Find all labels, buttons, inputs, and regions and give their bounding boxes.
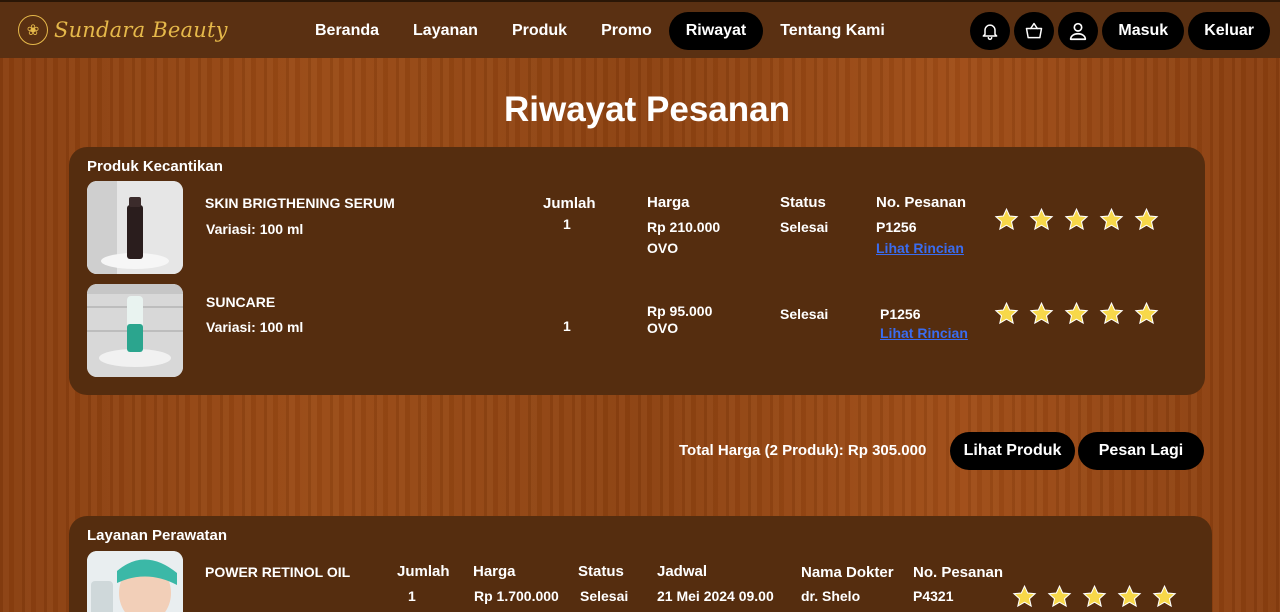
order-status: Selesai: [780, 219, 829, 235]
product-orders-card: Produk Kecantikan SKIN BRIGTHENING SERUM…: [69, 147, 1205, 395]
rating-stars: [994, 301, 1159, 326]
star-icon[interactable]: [1012, 584, 1037, 609]
qty-header: Jumlah: [397, 563, 450, 580]
top-navbar: ❀ Sundara Beauty Beranda Layanan Produk …: [0, 0, 1280, 58]
service-status: Selesai: [580, 588, 629, 604]
notification-button[interactable]: [970, 12, 1011, 50]
nav-link-beranda[interactable]: Beranda: [298, 12, 396, 50]
star-icon[interactable]: [1064, 301, 1089, 326]
product-image-serum[interactable]: [87, 181, 183, 274]
order-no-header: No. Pesanan: [876, 194, 967, 211]
suncare-tube-icon: [87, 284, 183, 377]
user-icon: [1070, 22, 1087, 41]
service-orders-card: Layanan Perawatan POWER RETINOL OIL Juml…: [69, 516, 1212, 612]
reorder-button[interactable]: Pesan Lagi: [1078, 432, 1204, 470]
service-price: Rp 1.700.000: [474, 588, 559, 604]
order-total: Total Harga (2 Produk): Rp 305.000: [679, 442, 927, 459]
service-schedule: 21 Mei 2024 09.00: [657, 588, 774, 604]
product-variant: Variasi: 100 ml: [206, 319, 304, 335]
brand-logo[interactable]: ❀ Sundara Beauty: [18, 12, 228, 48]
view-details-link[interactable]: Lihat Rincian: [876, 240, 964, 256]
nav-link-promo[interactable]: Promo: [584, 12, 669, 50]
product-name: SKIN BRIGTHENING SERUM: [205, 195, 395, 211]
lotus-icon: ❀: [18, 15, 48, 45]
nav-link-layanan[interactable]: Layanan: [396, 12, 495, 50]
service-qty: 1: [408, 588, 416, 604]
section-title-products: Produk Kecantikan: [87, 158, 223, 175]
product-name: SUNCARE: [206, 294, 276, 310]
doctor-name: dr. Shelo: [801, 588, 861, 604]
payment-method: OVO: [647, 240, 679, 256]
order-number: P1256: [876, 219, 917, 235]
brand-name: Sundara Beauty: [54, 18, 228, 42]
price-header: Harga: [473, 563, 516, 580]
star-icon[interactable]: [1082, 584, 1107, 609]
star-icon[interactable]: [1117, 584, 1142, 609]
product-variant: Variasi: 100 ml: [206, 221, 304, 237]
order-number: P4321: [913, 588, 954, 604]
bell-icon: [982, 24, 998, 41]
star-icon[interactable]: [994, 301, 1019, 326]
service-name: POWER RETINOL OIL: [205, 564, 351, 580]
price-header: Harga: [647, 194, 690, 211]
rating-stars: [1012, 584, 1177, 609]
product-qty: 1: [563, 318, 571, 334]
product-price: Rp 95.000: [647, 303, 713, 319]
status-header: Status: [780, 194, 826, 211]
star-icon[interactable]: [1134, 207, 1159, 232]
star-icon[interactable]: [1029, 301, 1054, 326]
nav-actions: Masuk Keluar: [970, 12, 1270, 50]
view-product-button[interactable]: Lihat Produk: [950, 432, 1075, 470]
star-icon[interactable]: [1099, 301, 1124, 326]
treatment-photo-icon: [87, 551, 183, 612]
star-icon[interactable]: [1029, 207, 1054, 232]
star-icon[interactable]: [1099, 207, 1124, 232]
order-status: Selesai: [780, 306, 829, 322]
product-price: Rp 210.000: [647, 219, 721, 235]
schedule-header: Jadwal: [657, 563, 708, 580]
payment-method: OVO: [647, 320, 679, 336]
nav-link-riwayat[interactable]: Riwayat: [668, 12, 764, 50]
logout-button[interactable]: Keluar: [1188, 12, 1270, 50]
view-details-link[interactable]: Lihat Rincian: [880, 325, 968, 341]
star-icon[interactable]: [1152, 584, 1177, 609]
nav-link-produk[interactable]: Produk: [495, 12, 584, 50]
page-title: Riwayat Pesanan: [504, 90, 790, 129]
nav-link-tentang-kami[interactable]: Tentang Kami: [763, 12, 902, 50]
status-header: Status: [578, 563, 624, 580]
product-qty: 1: [563, 216, 571, 232]
rating-stars: [994, 207, 1159, 232]
doctor-header: Nama Dokter: [801, 564, 894, 581]
order-number: P1256: [880, 306, 921, 322]
nav-links: Beranda Layanan Produk Promo Riwayat Ten…: [298, 12, 902, 50]
basket-icon: [1026, 22, 1043, 39]
serum-bottle-icon: [87, 181, 183, 274]
profile-button[interactable]: [1058, 12, 1099, 50]
order-no-header: No. Pesanan: [913, 564, 1004, 581]
qty-header: Jumlah: [543, 195, 596, 212]
section-title-services: Layanan Perawatan: [87, 527, 228, 544]
login-button[interactable]: Masuk: [1102, 12, 1185, 50]
star-icon[interactable]: [994, 207, 1019, 232]
service-image-retinol[interactable]: [87, 551, 183, 612]
cart-button[interactable]: [1014, 12, 1055, 50]
star-icon[interactable]: [1134, 301, 1159, 326]
product-image-suncare[interactable]: [87, 284, 183, 377]
star-icon[interactable]: [1047, 584, 1072, 609]
star-icon[interactable]: [1064, 207, 1089, 232]
